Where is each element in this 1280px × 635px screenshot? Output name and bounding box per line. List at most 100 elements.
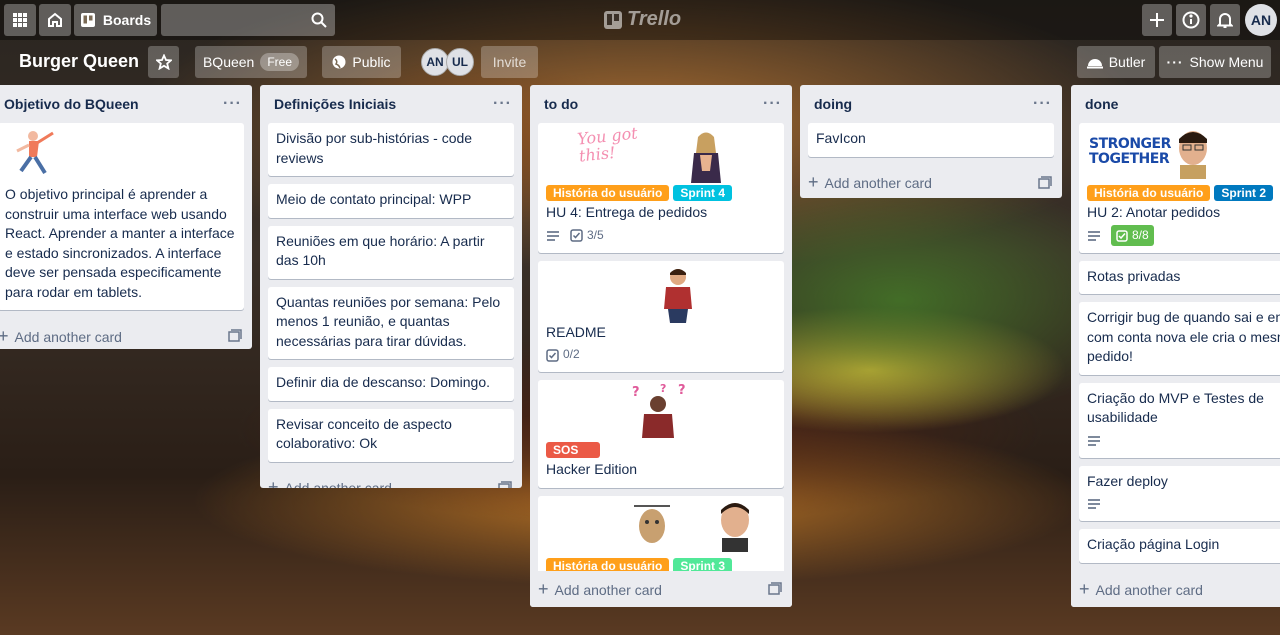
list-menu-icon[interactable]: ··· (763, 95, 782, 113)
woman-sticker (691, 132, 721, 183)
description-icon (1088, 499, 1100, 509)
list-title[interactable]: done (1085, 96, 1118, 112)
label-historia: História do usuário (546, 557, 670, 571)
template-icon[interactable] (498, 480, 512, 489)
list-menu-icon[interactable]: ··· (493, 95, 512, 113)
list-title[interactable]: doing (814, 96, 852, 112)
show-menu-button[interactable]: ··· Show Menu (1159, 46, 1271, 78)
member-avatar-an[interactable]: AN (421, 48, 449, 76)
card[interactable]: Criação página Login (1079, 529, 1280, 563)
card[interactable]: STRONGER TOGETHER História do usuário Sp… (1079, 123, 1280, 253)
add-card-button[interactable]: + Add another card (800, 165, 1062, 199)
card-title: FavIcon (816, 130, 866, 146)
plus-icon: + (808, 172, 819, 192)
add-card-button[interactable]: + Add another card (260, 470, 522, 489)
list-header: Objetivo do BQueen ··· (0, 85, 252, 123)
template-icon[interactable] (1038, 175, 1052, 190)
card[interactable]: ? ? ? SOS Hacker Edition (538, 380, 784, 488)
checklist-badge: 0/2 (546, 345, 580, 365)
svg-text:?: ? (660, 382, 666, 395)
card[interactable]: Reuniões em que horário: A partir das 10… (268, 225, 514, 279)
card-badges (1087, 495, 1280, 513)
list-title[interactable]: Objetivo do BQueen (4, 96, 139, 112)
card-title: Hacker Edition (546, 461, 638, 477)
card[interactable]: Criação do MVP e Testes de usabilidade (1079, 382, 1280, 458)
apps-grid-icon[interactable] (4, 4, 36, 36)
list-title[interactable]: Definições Iniciais (274, 96, 396, 112)
card[interactable]: Rotas privadas (1079, 260, 1280, 294)
invite-button[interactable]: Invite (481, 46, 538, 78)
card-title: README (546, 323, 606, 340)
card[interactable]: FavIcon (808, 123, 1054, 157)
checklist-badge: 8/8 (1111, 224, 1154, 247)
card-cover (538, 261, 784, 323)
more-icon: ··· (1166, 54, 1184, 70)
checklist-count: 0/2 (563, 347, 580, 362)
michael-sticker (721, 502, 749, 552)
card[interactable]: You got this! História do usuário Sprint… (538, 123, 784, 253)
star-button[interactable] (148, 46, 179, 78)
you-got-this-sticker: You got this! (576, 123, 639, 166)
show-menu-label: Show Menu (1189, 54, 1264, 70)
running-person-sticker (16, 131, 54, 175)
team-name: BQueen (202, 54, 255, 70)
add-card-button[interactable]: + Add another card (530, 571, 792, 607)
card[interactable]: História do usuário Sprint 3 (538, 495, 784, 571)
list-title[interactable]: to do (544, 96, 578, 112)
card-title: HU 4: Entrega de pedidos (546, 204, 708, 220)
top-bar: Boards Trello AN (0, 0, 1280, 40)
list-definicoes: Definições Iniciais ··· Divisão por sub-… (260, 85, 522, 488)
member-avatar-ul[interactable]: UL (446, 48, 474, 76)
card[interactable]: O objetivo principal é aprender a constr… (0, 123, 244, 310)
svg-text:?: ? (678, 383, 686, 398)
notifications-button[interactable] (1210, 4, 1240, 36)
plus-icon: + (0, 325, 9, 346)
add-card-label: Add another card (1095, 581, 1203, 598)
card-title: Meio de contato principal: WPP (276, 191, 472, 207)
plus-icon: + (538, 578, 549, 599)
team-button[interactable]: BQueen Free (195, 46, 307, 78)
card[interactable]: Meio de contato principal: WPP (268, 184, 514, 218)
trello-logo[interactable]: Trello (604, 8, 681, 31)
plus-icon (1150, 13, 1164, 27)
card-badges: 8/8 (1087, 224, 1280, 247)
create-button[interactable] (1142, 4, 1172, 36)
card[interactable]: Revisar conceito de aspecto colaborativo… (268, 408, 514, 462)
card[interactable]: Divisão por sub-histórias - code reviews (268, 123, 514, 176)
card-cover: You got this! (538, 123, 784, 185)
card-title: Criação do MVP e Testes de usabilidade (1087, 389, 1264, 426)
template-icon[interactable] (768, 582, 782, 596)
sticker-text: STRONGER TOGETHER (1089, 136, 1171, 167)
search-input[interactable] (161, 4, 335, 36)
add-card-button[interactable]: + Add another card (0, 318, 252, 349)
card[interactable]: Fazer deploy (1079, 465, 1280, 521)
board-title[interactable]: Burger Queen (19, 51, 139, 72)
add-card-label: Add another card (284, 480, 392, 488)
boards-label: Boards (102, 12, 152, 28)
boards-button[interactable]: Boards (74, 4, 157, 36)
search-icon (311, 12, 327, 28)
add-card-label: Add another card (554, 581, 662, 598)
list-done: done STRONGER TOGETHER História do usuár… (1071, 85, 1280, 607)
card[interactable]: Corrigir bug de quando sai e entra com c… (1079, 302, 1280, 375)
label-historia: História do usuário (1087, 185, 1211, 201)
info-button[interactable] (1176, 4, 1206, 36)
plan-badge: Free (260, 53, 300, 71)
list-menu-icon[interactable]: ··· (223, 95, 242, 113)
card[interactable]: Quantas reuniões por semana: Pelo menos … (268, 286, 514, 359)
list-menu-icon[interactable]: ··· (1033, 95, 1052, 113)
checklist-icon (570, 229, 583, 242)
home-icon[interactable] (39, 4, 71, 36)
checklist-badge: 3/5 (570, 226, 604, 246)
card[interactable]: Definir dia de descanso: Domingo. (268, 367, 514, 401)
list-doing: doing ··· FavIcon + Add another card (800, 85, 1062, 198)
butler-button[interactable]: Butler (1077, 46, 1155, 78)
logo-text: Trello (627, 8, 682, 30)
visibility-button[interactable]: Public (322, 46, 401, 78)
list-objetivo: Objetivo do BQueen ··· O objetivo princi… (0, 85, 252, 349)
add-card-button[interactable]: + Add another card (1071, 571, 1280, 607)
user-avatar[interactable]: AN (1245, 4, 1277, 36)
add-card-label: Add another card (824, 175, 932, 191)
template-icon[interactable] (228, 329, 242, 343)
card[interactable]: README 0/2 (538, 260, 784, 372)
